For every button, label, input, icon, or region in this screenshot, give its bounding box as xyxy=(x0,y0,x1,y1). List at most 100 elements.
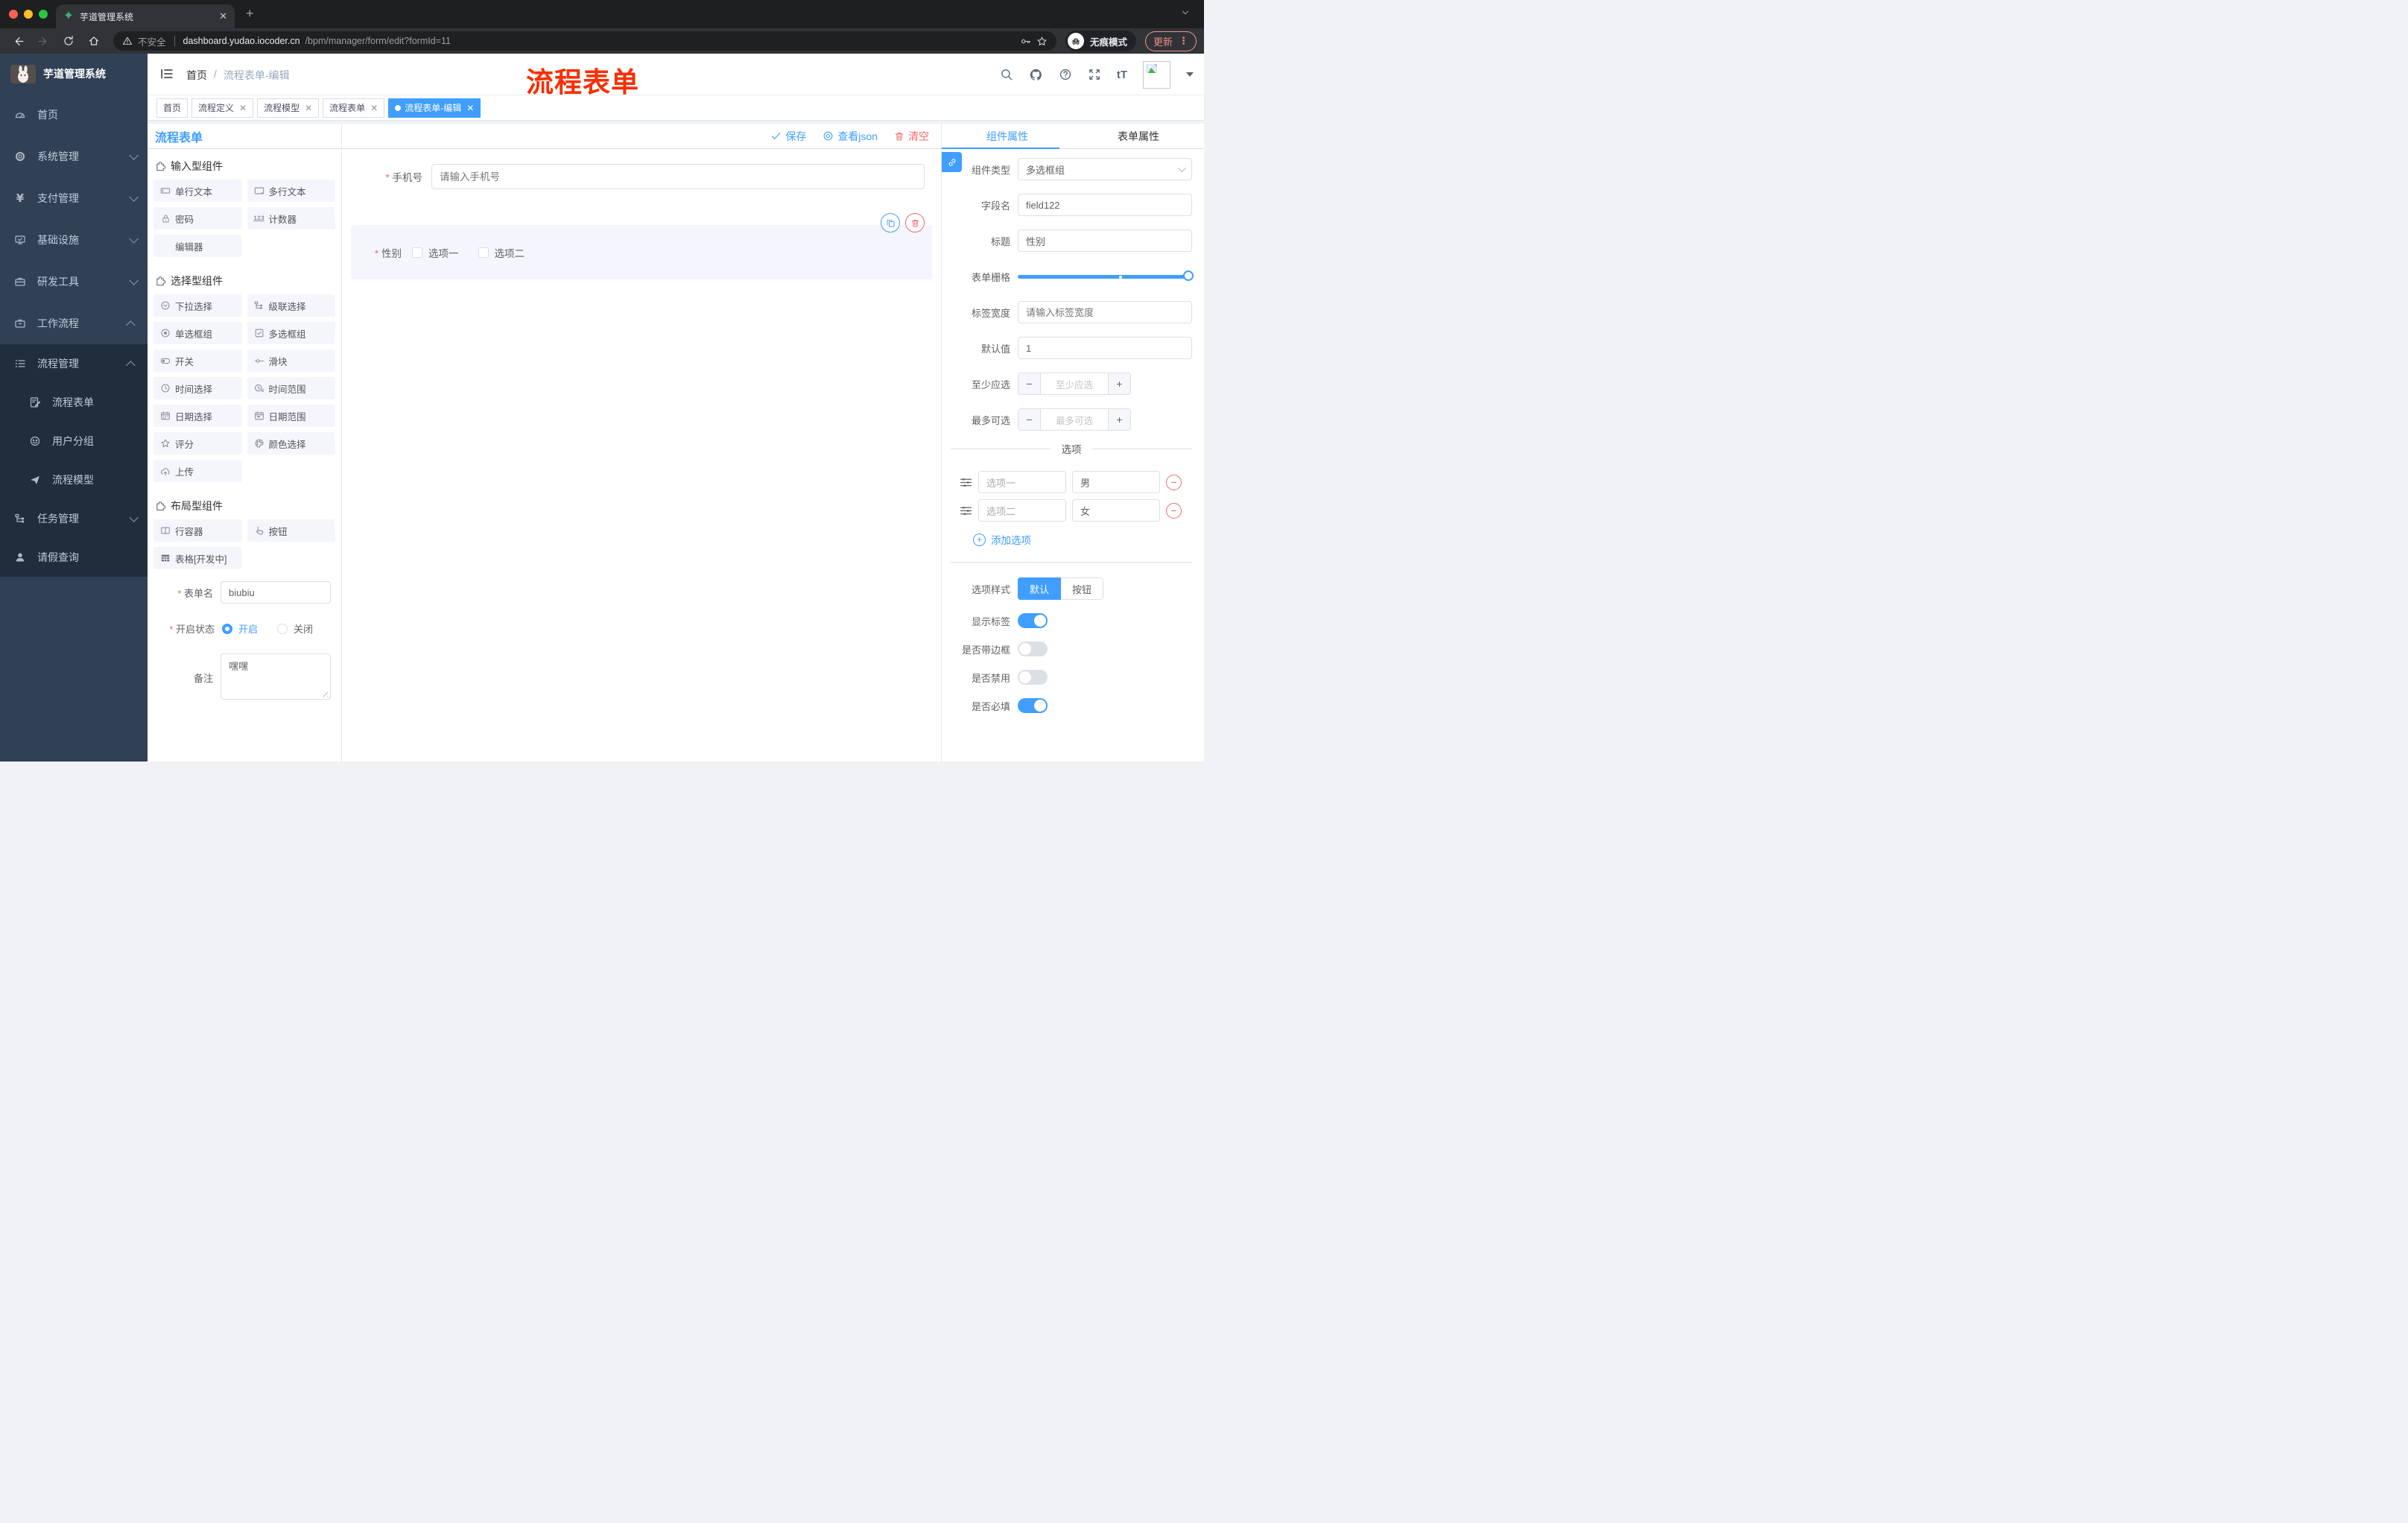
component-editor[interactable]: 编辑器 xyxy=(153,235,242,257)
component-row-container[interactable]: 行容器 xyxy=(153,519,242,542)
browser-menu-icon[interactable]: ⋮ xyxy=(1179,35,1188,47)
sidebar-item-home[interactable]: 首页 xyxy=(0,94,148,136)
address-bar[interactable]: 不安全 dashboard.yudao.iocoder.cn/bpm/manag… xyxy=(113,31,1056,51)
sidebar-item-process-form[interactable]: 流程表单 xyxy=(0,383,148,422)
selected-component[interactable]: 性别 选项一 选项二 xyxy=(351,213,932,279)
component-type-select[interactable]: 多选框组 xyxy=(1018,158,1192,180)
sidebar-item-user-group[interactable]: 用户分组 xyxy=(0,422,148,460)
chevron-down-icon[interactable] xyxy=(1180,7,1191,18)
font-size-icon[interactable]: tT xyxy=(1117,69,1127,81)
component-counter[interactable]: 123 计数器 xyxy=(247,207,335,229)
sidebar-item-devtools[interactable]: 研发工具 xyxy=(0,261,148,303)
gender-option-2[interactable]: 选项二 xyxy=(478,245,525,260)
sidebar-logo-row[interactable]: 芋道管理系统 xyxy=(0,54,148,94)
copy-component-button[interactable] xyxy=(881,213,900,232)
tag-home[interactable]: 首页 xyxy=(156,98,188,118)
status-on-radio[interactable] xyxy=(222,623,232,634)
slider-track[interactable] xyxy=(1018,275,1192,279)
remove-option-button[interactable]: − xyxy=(1166,474,1182,490)
component-table[interactable]: 表格[开发中] xyxy=(153,547,242,569)
component-upload[interactable]: 上传 xyxy=(153,460,242,482)
browser-tab[interactable]: 芋道管理系统 ✕ xyxy=(56,4,235,28)
tab-component-props[interactable]: 组件属性 xyxy=(942,129,1073,144)
border-toggle[interactable] xyxy=(1018,642,1048,656)
save-button[interactable]: 保存 xyxy=(770,129,806,144)
component-time-picker[interactable]: 时间选择 xyxy=(153,377,242,399)
decrease-button[interactable]: − xyxy=(1018,373,1041,394)
remark-textarea[interactable]: 嘿嘿 xyxy=(221,653,331,700)
close-window-button[interactable] xyxy=(9,10,18,19)
option-name-input[interactable] xyxy=(978,499,1066,522)
component-color-picker[interactable]: 颜色选择 xyxy=(247,432,335,455)
phone-field[interactable]: 手机号 xyxy=(351,164,932,189)
checkbox-icon[interactable] xyxy=(478,247,489,258)
drag-handle-icon[interactable] xyxy=(960,476,972,489)
tag-process-model[interactable]: 流程模型 ✕ xyxy=(257,98,320,118)
max-select-value[interactable]: 最多可选 xyxy=(1041,409,1108,430)
link-icon[interactable] xyxy=(942,152,962,172)
required-toggle[interactable] xyxy=(1018,698,1048,713)
status-on-label[interactable]: 开启 xyxy=(238,621,258,636)
update-button[interactable]: 更新 ⋮ xyxy=(1144,31,1197,51)
form-name-input[interactable] xyxy=(221,581,331,604)
status-off-radio[interactable] xyxy=(277,623,288,634)
clear-button[interactable]: 清空 xyxy=(894,129,929,144)
form-grid-slider[interactable] xyxy=(1018,265,1194,288)
component-single-line-text[interactable]: 单行文本 xyxy=(153,180,242,202)
component-date-range[interactable]: 日期范围 xyxy=(247,405,335,427)
bookmark-star-icon[interactable] xyxy=(1036,36,1048,47)
sidebar-item-system[interactable]: 系统管理 xyxy=(0,136,148,177)
slider-handle[interactable] xyxy=(1183,270,1194,281)
sidebar-item-infra[interactable]: 基础设施 xyxy=(0,219,148,261)
component-rate[interactable]: 评分 xyxy=(153,432,242,455)
show-label-toggle[interactable] xyxy=(1018,613,1048,628)
avatar-caret-icon[interactable] xyxy=(1186,72,1194,77)
tag-close-icon[interactable]: ✕ xyxy=(370,103,378,113)
disabled-toggle[interactable] xyxy=(1018,670,1048,685)
title-input[interactable] xyxy=(1018,229,1192,252)
reload-icon[interactable] xyxy=(58,31,79,51)
component-password[interactable]: 密码 xyxy=(153,207,242,229)
sidebar-item-payment[interactable]: ¥ 支付管理 xyxy=(0,177,148,219)
sidebar-item-process-mgmt[interactable]: 流程管理 xyxy=(0,344,148,383)
view-json-button[interactable]: 查看json xyxy=(823,129,878,144)
sidebar-item-leave-query[interactable]: 请假查询 xyxy=(0,538,148,577)
component-date-picker[interactable]: 日期选择 xyxy=(153,405,242,427)
tag-process-form-edit[interactable]: 流程表单-编辑 ✕ xyxy=(388,98,481,118)
tag-close-icon[interactable]: ✕ xyxy=(239,103,247,113)
delete-component-button[interactable] xyxy=(905,213,925,232)
component-button[interactable]: 按钮 xyxy=(247,519,335,542)
maximize-window-button[interactable] xyxy=(39,10,48,19)
minimize-window-button[interactable] xyxy=(24,10,33,19)
sidebar-collapse-icon[interactable] xyxy=(159,66,174,81)
search-icon[interactable] xyxy=(1000,68,1013,81)
field-name-input[interactable] xyxy=(1018,194,1192,216)
option-value-input[interactable] xyxy=(1072,471,1160,493)
component-switch[interactable]: 开关 xyxy=(153,349,242,372)
home-icon[interactable] xyxy=(83,31,104,51)
option-name-input[interactable] xyxy=(978,471,1066,493)
tab-close-icon[interactable]: ✕ xyxy=(219,10,227,22)
component-radio-group[interactable]: 单选框组 xyxy=(153,322,242,344)
increase-button[interactable]: + xyxy=(1108,409,1130,430)
key-icon[interactable] xyxy=(1020,36,1031,47)
default-value-input[interactable] xyxy=(1018,337,1192,359)
component-time-range[interactable]: 时间范围 xyxy=(247,377,335,399)
new-tab-button[interactable]: + xyxy=(246,6,254,21)
component-slider[interactable]: 滑块 xyxy=(247,349,335,372)
label-width-input[interactable] xyxy=(1018,301,1192,323)
min-select-value[interactable]: 至少应选 xyxy=(1041,373,1108,394)
forward-icon[interactable] xyxy=(33,31,54,51)
sidebar-item-workflow[interactable]: 工作流程 xyxy=(0,303,148,344)
avatar[interactable] xyxy=(1143,60,1170,89)
component-checkbox-group[interactable]: 多选框组 xyxy=(247,322,335,344)
back-icon[interactable] xyxy=(7,31,28,51)
tag-process-form[interactable]: 流程表单 ✕ xyxy=(323,98,385,118)
checkbox-icon[interactable] xyxy=(412,247,423,258)
increase-button[interactable]: + xyxy=(1108,373,1130,394)
gender-checkbox-group[interactable]: 性别 选项一 选项二 xyxy=(351,225,932,279)
component-cascader[interactable]: 级联选择 xyxy=(247,294,335,317)
phone-input[interactable] xyxy=(431,164,925,189)
remove-option-button[interactable]: − xyxy=(1166,502,1182,519)
breadcrumb-home[interactable]: 首页 xyxy=(186,68,207,83)
